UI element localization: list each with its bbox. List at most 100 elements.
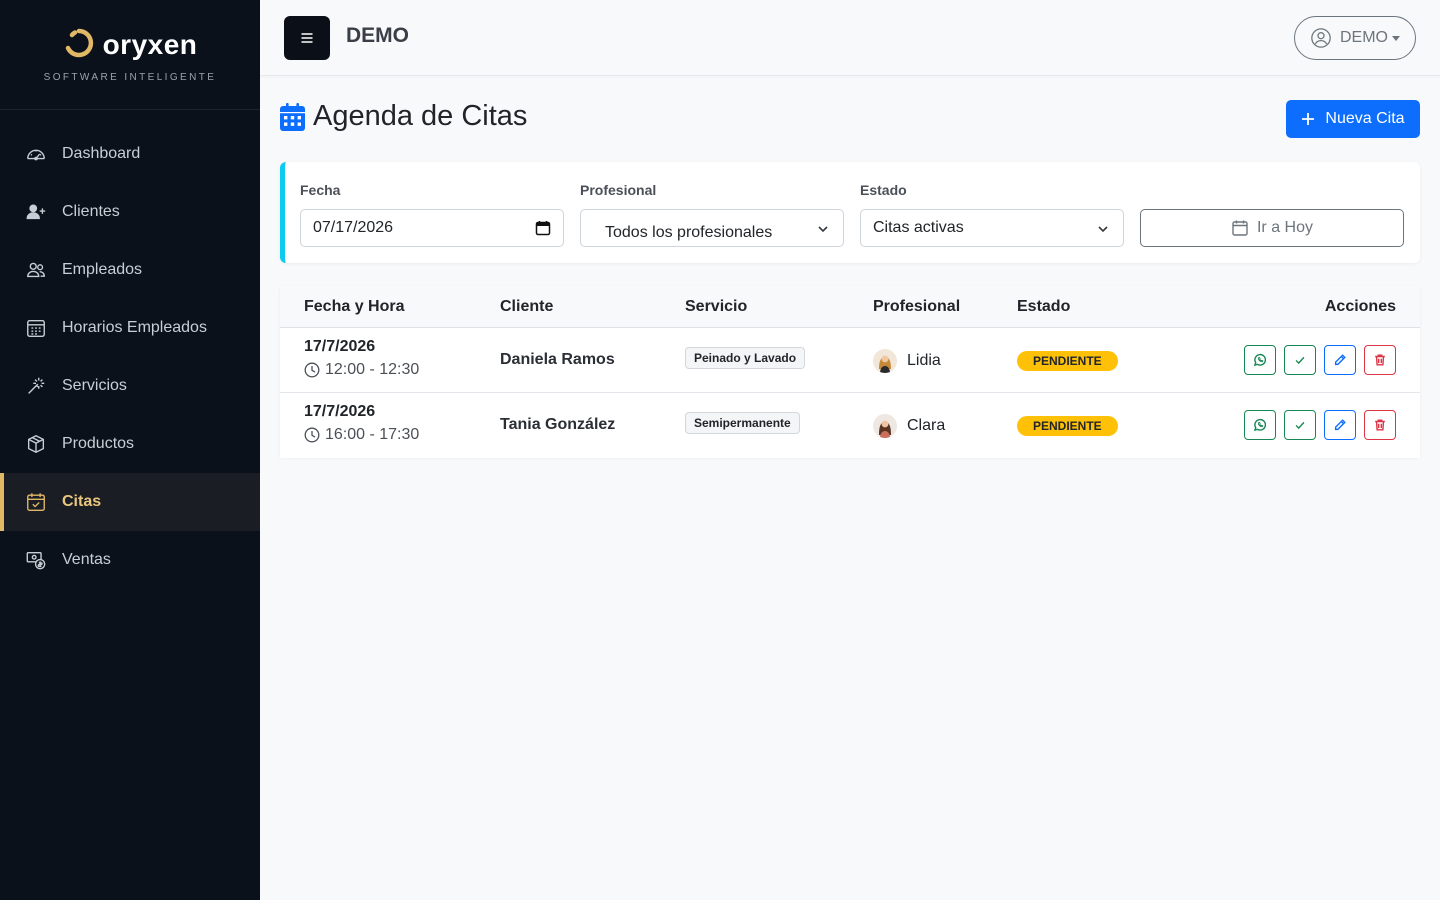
cell-estado: PENDIENTE bbox=[1017, 351, 1118, 371]
cell-cliente: Daniela Ramos bbox=[500, 351, 615, 368]
sidebar-item-productos[interactable]: Productos bbox=[0, 415, 260, 473]
topbar-title: DEMO bbox=[346, 24, 409, 47]
calendar-icon bbox=[1232, 220, 1248, 236]
trash-icon bbox=[1375, 419, 1385, 431]
sidebar-item-clientes[interactable]: Clientes bbox=[0, 183, 260, 241]
page-header: Agenda de Citas Nueva Cita bbox=[280, 100, 1420, 140]
clock-icon bbox=[304, 362, 320, 378]
service-badge: Peinado y Lavado bbox=[685, 347, 806, 369]
sidebar-nav: Dashboard Clientes Empleados Horarios Em… bbox=[0, 110, 260, 589]
brand-logo-icon bbox=[63, 27, 95, 64]
whatsapp-icon bbox=[1253, 353, 1267, 367]
go-today-button[interactable]: Ir a Hoy bbox=[1140, 209, 1404, 247]
header-acciones: Acciones bbox=[1324, 298, 1396, 315]
delete-button[interactable] bbox=[1364, 410, 1396, 440]
confirm-button[interactable] bbox=[1284, 345, 1316, 375]
pencil-icon bbox=[1334, 419, 1346, 431]
whatsapp-icon bbox=[1253, 418, 1267, 432]
user-menu-button[interactable]: DEMO bbox=[1294, 16, 1416, 60]
topbar: DEMO DEMO bbox=[260, 0, 1440, 76]
sidebar-item-dashboard[interactable]: Dashboard bbox=[0, 125, 260, 183]
brand-tagline: SOFTWARE INTELIGENTE bbox=[43, 71, 217, 83]
fecha-label: Fecha bbox=[300, 182, 341, 198]
cell-estado: PENDIENTE bbox=[1017, 416, 1118, 436]
sidebar-item-label: Empleados bbox=[62, 261, 143, 278]
check-icon bbox=[1295, 356, 1305, 365]
caret-down-icon bbox=[1392, 35, 1400, 41]
header-servicio: Servicio bbox=[685, 298, 748, 315]
person-plus-icon bbox=[25, 201, 47, 223]
table-header: Fecha y Hora Cliente Servicio Profesiona… bbox=[280, 286, 1420, 328]
sidebar-item-empleados[interactable]: Empleados bbox=[0, 241, 260, 299]
profesional-label: Profesional bbox=[580, 182, 657, 198]
fecha-value: 07/17/2026 bbox=[313, 219, 394, 236]
delete-button[interactable] bbox=[1364, 345, 1396, 375]
cell-profesional: Clara bbox=[873, 414, 945, 438]
calendar-check-icon bbox=[25, 491, 47, 513]
person-circle-icon bbox=[1311, 28, 1331, 48]
fecha-date-input[interactable]: 07/17/2026 bbox=[300, 209, 564, 247]
service-badge: Semipermanente bbox=[685, 412, 800, 434]
professional-name: Lidia bbox=[907, 352, 941, 369]
check-icon bbox=[1295, 421, 1305, 430]
calendar-picker-icon[interactable] bbox=[535, 220, 551, 236]
sidebar-item-label: Servicios bbox=[62, 377, 127, 394]
sidebar-item-ventas[interactable]: Ventas bbox=[0, 531, 260, 589]
cell-fecha-hora: 17/7/2026 12:00 - 12:30 bbox=[304, 338, 419, 379]
hamburger-icon bbox=[301, 33, 313, 43]
new-appointment-button[interactable]: Nueva Cita bbox=[1286, 100, 1420, 138]
profesional-select[interactable]: Todos los profesionales bbox=[580, 209, 844, 247]
plus-icon bbox=[1302, 113, 1315, 125]
cell-profesional: Lidia bbox=[873, 349, 941, 373]
calendar-grid-icon bbox=[25, 317, 47, 339]
page-title: Agenda de Citas bbox=[280, 100, 527, 133]
box-icon bbox=[25, 433, 47, 455]
filter-profesional: Profesional Todos los profesionales bbox=[580, 182, 844, 247]
header-fecha-hora: Fecha y Hora bbox=[304, 298, 405, 315]
professional-avatar bbox=[873, 349, 897, 373]
trash-icon bbox=[1375, 354, 1385, 366]
edit-button[interactable] bbox=[1324, 345, 1356, 375]
header-cliente: Cliente bbox=[500, 298, 554, 315]
cash-coin-icon bbox=[25, 549, 47, 571]
brand-name: oryxen bbox=[102, 29, 198, 60]
estado-select[interactable]: Citas activas bbox=[860, 209, 1124, 247]
sidebar-item-horarios-empleados[interactable]: Horarios Empleados bbox=[0, 299, 260, 357]
menu-toggle-button[interactable] bbox=[284, 16, 330, 60]
sidebar-item-citas[interactable]: Citas bbox=[0, 473, 260, 531]
table-row: 17/7/2026 12:00 - 12:30 Daniela Ramos Pe… bbox=[280, 328, 1420, 393]
page-title-text: Agenda de Citas bbox=[313, 100, 528, 132]
sidebar-item-label: Dashboard bbox=[62, 145, 141, 162]
brand: oryxen SOFTWARE INTELIGENTE bbox=[0, 0, 260, 110]
row-actions bbox=[1244, 345, 1396, 375]
calendar-fill-icon bbox=[280, 102, 305, 131]
status-badge: PENDIENTE bbox=[1017, 416, 1118, 436]
sidebar-item-label: Ventas bbox=[62, 551, 111, 568]
table-row: 17/7/2026 16:00 - 17:30 Tania González S… bbox=[280, 393, 1420, 458]
go-today-label: Ir a Hoy bbox=[1256, 219, 1313, 236]
filter-card: Fecha 07/17/2026 Profesional Todos los p… bbox=[280, 162, 1420, 263]
sidebar-item-label: Clientes bbox=[62, 203, 120, 220]
user-menu-label: DEMO bbox=[1340, 29, 1388, 46]
clock-icon bbox=[304, 427, 320, 443]
cell-fecha-hora: 17/7/2026 16:00 - 17:30 bbox=[304, 403, 419, 444]
magic-wand-icon bbox=[25, 375, 47, 397]
whatsapp-button[interactable] bbox=[1244, 345, 1276, 375]
header-profesional: Profesional bbox=[873, 298, 961, 315]
row-actions bbox=[1244, 410, 1396, 440]
cell-servicio: Peinado y Lavado bbox=[685, 347, 806, 369]
sidebar: oryxen SOFTWARE INTELIGENTE Dashboard Cl… bbox=[0, 0, 260, 900]
sidebar-item-servicios[interactable]: Servicios bbox=[0, 357, 260, 415]
sidebar-item-label: Productos bbox=[62, 435, 135, 452]
filter-estado: Estado Citas activas bbox=[860, 182, 1124, 247]
estado-label: Estado bbox=[860, 182, 907, 198]
confirm-button[interactable] bbox=[1284, 410, 1316, 440]
new-appointment-label: Nueva Cita bbox=[1325, 110, 1405, 127]
edit-button[interactable] bbox=[1324, 410, 1356, 440]
appointment-date: 17/7/2026 bbox=[304, 338, 376, 355]
chevron-down-icon bbox=[818, 226, 828, 233]
appointment-time: 12:00 - 12:30 bbox=[304, 361, 419, 379]
appointment-date: 17/7/2026 bbox=[304, 403, 376, 420]
sidebar-item-label: Horarios Empleados bbox=[62, 319, 207, 336]
whatsapp-button[interactable] bbox=[1244, 410, 1276, 440]
